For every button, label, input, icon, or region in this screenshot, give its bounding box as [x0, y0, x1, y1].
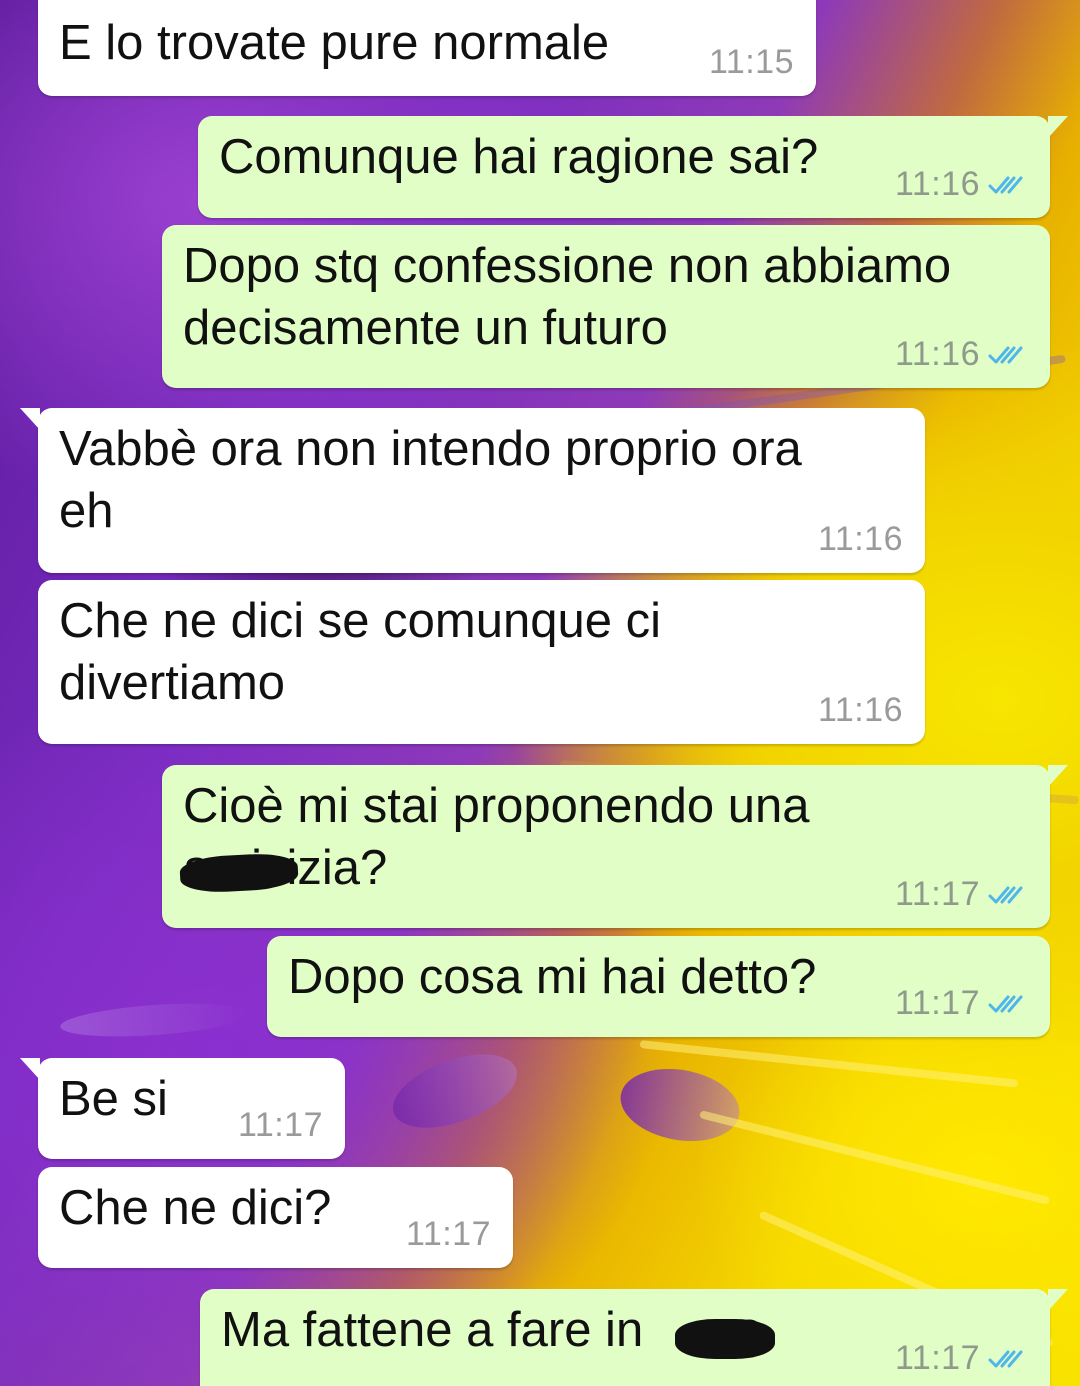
message-meta: 11:16 — [818, 691, 903, 730]
redaction-blot — [675, 1319, 775, 1359]
bubble-tail — [20, 1058, 40, 1080]
message-meta: 11:17 — [895, 875, 1028, 914]
message-text: Vabbè ora non intendo proprio ora eh — [59, 422, 816, 538]
message-time: 11:16 — [817, 520, 903, 558]
message-time: 11:17 — [405, 1215, 491, 1253]
message-text: Che ne dici se comunque ci divertiamo — [59, 594, 675, 710]
message-bubble-incoming[interactable]: E lo trovate pure normale 11:15 — [38, 0, 816, 96]
chat-background: E lo trovate pure normale 11:15 Comunque… — [0, 0, 1080, 1386]
message-bubble-incoming[interactable]: Che ne dici se comunque ci divertiamo 11… — [38, 580, 925, 744]
message-bubble-outgoing[interactable]: Cioè mi stai proponendo una amicizia? 11… — [162, 765, 1068, 928]
message-time: 11:15 — [708, 43, 794, 81]
message-bubble-outgoing[interactable]: Dopo stq confessione non abbiamo decisam… — [162, 225, 1050, 388]
bubble-tail — [1048, 1289, 1068, 1311]
message-time: 11:16 — [894, 335, 980, 373]
double-check-icon — [988, 886, 1023, 903]
double-check-icon — [988, 176, 1023, 193]
message-bubble-outgoing[interactable]: Comunque hai ragione sai? 11:16 — [198, 116, 1068, 218]
message-meta: 11:16 — [895, 165, 1028, 204]
message-bubble-incoming[interactable]: Vabbè ora non intendo proprio ora eh 11:… — [20, 408, 925, 573]
message-time: 11:17 — [894, 984, 980, 1022]
message-time: 11:17 — [894, 875, 980, 913]
message-time: 11:17 — [237, 1106, 323, 1144]
bubble-tail — [1048, 765, 1068, 787]
message-meta: 11:17 — [238, 1106, 323, 1145]
message-meta: 11:17 — [406, 1215, 491, 1254]
message-time: 11:17 — [894, 1339, 980, 1377]
bubble-tail — [1048, 116, 1068, 138]
message-meta: 11:17 — [895, 1339, 1028, 1378]
background-streak — [699, 1110, 1051, 1205]
message-time: 11:16 — [817, 691, 903, 729]
double-check-icon — [988, 1350, 1023, 1367]
bubble-tail — [20, 408, 40, 430]
message-bubble-incoming[interactable]: Che ne dici? 11:17 — [38, 1167, 513, 1268]
message-text: E lo trovate pure normale — [59, 16, 610, 70]
message-meta: 11:15 — [709, 43, 794, 82]
message-time: 11:16 — [894, 165, 980, 203]
message-bubble-incoming[interactable]: Be si 11:17 — [20, 1058, 345, 1159]
double-check-icon — [988, 995, 1023, 1012]
message-meta: 11:16 — [895, 335, 1028, 374]
background-petal — [59, 998, 251, 1042]
background-petal — [383, 1039, 527, 1143]
message-meta: 11:16 — [818, 520, 903, 559]
message-meta: 11:17 — [895, 984, 1028, 1023]
message-bubble-outgoing[interactable]: Ma fattene a fare in va 11:17 — [200, 1289, 1068, 1386]
message-bubble-outgoing[interactable]: Dopo cosa mi hai detto? 11:17 — [267, 936, 1050, 1037]
background-petal — [614, 1060, 746, 1150]
double-check-icon — [988, 346, 1023, 363]
